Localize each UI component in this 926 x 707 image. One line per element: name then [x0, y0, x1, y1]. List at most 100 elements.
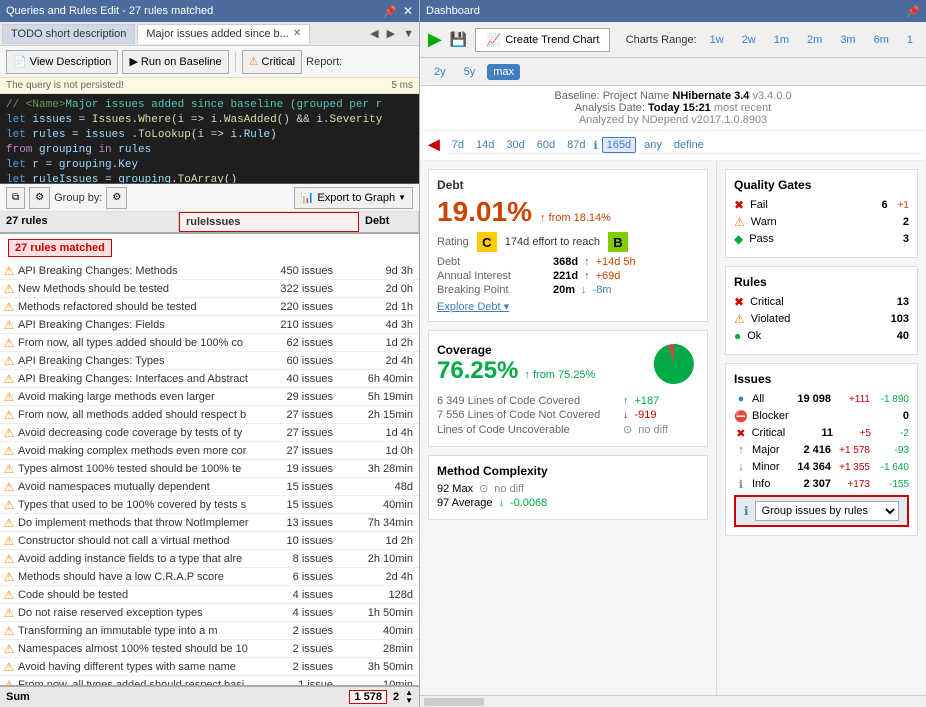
- table-row[interactable]: ⚠ API Breaking Changes: Types 60 issues …: [0, 352, 419, 370]
- rules-ok-icon: ●: [734, 329, 741, 343]
- right-pin-icon[interactable]: 📌: [906, 5, 920, 18]
- scroll-arrows[interactable]: ▲ ▼: [405, 689, 413, 705]
- axis-any-button[interactable]: any: [640, 138, 666, 152]
- issues-major-icon: ↑: [734, 443, 748, 457]
- table-row[interactable]: ⚠ Namespaces almost 100% tested should b…: [0, 640, 419, 658]
- table-row[interactable]: ⚠ From now, all types added should respe…: [0, 676, 419, 685]
- row-name-15: Constructor should not call a virtual me…: [16, 535, 267, 547]
- sum-debt: 2: [393, 691, 399, 703]
- view-description-button[interactable]: 📄 View Description: [6, 50, 118, 74]
- close-button[interactable]: ✕: [403, 4, 413, 18]
- table-row[interactable]: ⚠ Types almost 100% tested should be 100…: [0, 460, 419, 478]
- row-icon-4: ⚠: [2, 336, 16, 350]
- pin-icon[interactable]: 📌: [383, 5, 397, 18]
- coverage-section: Coverage 76.25% ↑ from 75.25%: [428, 330, 708, 447]
- range-2m-button[interactable]: 2m: [802, 32, 827, 48]
- row-icon-22: ⚠: [2, 660, 16, 674]
- debt-up-arrow: ↑: [540, 212, 546, 224]
- tab-major-issues[interactable]: Major issues added since b... ✕: [137, 24, 310, 44]
- grid-footer: Sum 1 578 2 ▲ ▼: [0, 685, 419, 707]
- range-3m-button[interactable]: 3m: [835, 32, 860, 48]
- tab-icons: ◀ ▶ ▼: [367, 26, 417, 41]
- table-row[interactable]: ⚠ New Methods should be tested 322 issue…: [0, 280, 419, 298]
- table-row[interactable]: ⚠ Avoid adding instance fields to a type…: [0, 550, 419, 568]
- table-row[interactable]: ⚠ Methods refactored should be tested 22…: [0, 298, 419, 316]
- group-issues-select[interactable]: Group issues by rules: [755, 501, 899, 521]
- table-row[interactable]: ⚠ Avoid namespaces mutually dependent 15…: [0, 478, 419, 496]
- table-row[interactable]: ⚠ API Breaking Changes: Interfaces and A…: [0, 370, 419, 388]
- scroll-down-arrow[interactable]: ▼: [405, 697, 413, 705]
- debt-rating: Rating C 174d effort to reach B: [437, 232, 699, 252]
- table-row[interactable]: ⚠ Do implement methods that throw NotImp…: [0, 514, 419, 532]
- sum-value: 1 578: [349, 690, 387, 704]
- row-debt-3: 4d 3h: [337, 319, 417, 331]
- code-line-5: let r = grouping.Key: [6, 158, 413, 173]
- critical-button[interactable]: ⚠ Critical: [242, 50, 303, 74]
- group-by-label: Group by:: [54, 192, 102, 204]
- axis-define-button[interactable]: define: [670, 138, 708, 152]
- code-line-3: let rules = issues .ToLookup(i => i.Rule…: [6, 128, 413, 143]
- table-row[interactable]: ⚠ Do not raise reserved exception types …: [0, 604, 419, 622]
- time-axis-container: ◄ 7d 14d 30d 60d 87d ℹ 165d any define: [420, 131, 926, 161]
- row-issues-10: 27 issues: [267, 445, 337, 457]
- table-row[interactable]: ⚠ Types that used to be 100% covered by …: [0, 496, 419, 514]
- range-2w-button[interactable]: 2w: [737, 32, 761, 48]
- left-toolbar: 📄 View Description ▶ Run on Baseline ⚠ C…: [0, 46, 419, 78]
- code-area[interactable]: // <Name>Major issues added since baseli…: [0, 94, 419, 184]
- row-debt-11: 3h 28min: [337, 463, 417, 475]
- axis-87d-button[interactable]: 87d: [563, 138, 589, 152]
- row-issues-18: 4 issues: [267, 589, 337, 601]
- code-line-6: let ruleIssues = grouping.ToArray(): [6, 173, 413, 184]
- table-row[interactable]: ⚠ API Breaking Changes: Methods 450 issu…: [0, 262, 419, 280]
- table-row[interactable]: ⚠ Avoid decreasing code coverage by test…: [0, 424, 419, 442]
- group-by-settings[interactable]: ⚙: [106, 187, 127, 209]
- table-row[interactable]: ⚠ From now, all types added should be 10…: [0, 334, 419, 352]
- row-icon-16: ⚠: [2, 552, 16, 566]
- time-max-button[interactable]: max: [487, 64, 520, 80]
- export-to-graph-button[interactable]: 📊 Export to Graph ▼: [294, 187, 413, 209]
- play-button[interactable]: ▶: [428, 29, 442, 50]
- tab-close-icon[interactable]: ✕: [293, 28, 301, 39]
- range-1w-button[interactable]: 1w: [705, 32, 729, 48]
- save-button[interactable]: 💾: [450, 31, 467, 48]
- time-range-bar: 2y 5y max: [420, 58, 926, 86]
- tab-todo[interactable]: TODO short description: [2, 24, 135, 44]
- table-row[interactable]: ⚠ Methods should have a low C.R.A.P scor…: [0, 568, 419, 586]
- copy-grid-button[interactable]: ⧉: [6, 187, 25, 209]
- table-row[interactable]: ⚠ Transforming an immutable type into a …: [0, 622, 419, 640]
- axis-7d-button[interactable]: 7d: [448, 138, 468, 152]
- range-1y-button[interactable]: 1: [902, 32, 918, 48]
- run-on-baseline-button[interactable]: ▶ Run on Baseline: [122, 50, 228, 74]
- issues-blocker-icon: ⛔: [734, 409, 748, 423]
- grid-options-button[interactable]: ⚙: [29, 187, 50, 209]
- row-debt-22: 3h 50min: [337, 661, 417, 673]
- row-issues-13: 15 issues: [267, 499, 337, 511]
- table-row[interactable]: ⚠ From now, all methods added should res…: [0, 406, 419, 424]
- time-5y-button[interactable]: 5y: [458, 64, 482, 80]
- table-row[interactable]: ⚠ Avoid having different types with same…: [0, 658, 419, 676]
- grid-body[interactable]: 27 rules matched ⚠ API Breaking Changes:…: [0, 234, 419, 685]
- tab-nav-left[interactable]: ◀: [367, 26, 381, 41]
- time-2y-button[interactable]: 2y: [428, 64, 452, 80]
- create-trend-chart-button[interactable]: 📈 Create Trend Chart: [475, 28, 610, 52]
- cov-row-0: 6 349 Lines of Code Covered ↑ +187: [437, 395, 699, 407]
- axis-60d-button[interactable]: 60d: [533, 138, 559, 152]
- range-1m-button[interactable]: 1m: [769, 32, 794, 48]
- right-scrollbar[interactable]: [420, 695, 926, 707]
- range-6m-button[interactable]: 6m: [869, 32, 894, 48]
- export-dropdown-arrow: ▼: [398, 193, 406, 202]
- row-name-8: From now, all methods added should respe…: [16, 409, 267, 421]
- axis-30d-button[interactable]: 30d: [502, 138, 528, 152]
- table-row[interactable]: ⚠ Constructor should not call a virtual …: [0, 532, 419, 550]
- complexity-row-0: 92 Max ⊙ no diff: [437, 482, 699, 495]
- table-row[interactable]: ⚠ Avoid making large methods even larger…: [0, 388, 419, 406]
- table-row[interactable]: ⚠ Avoid making complex methods even more…: [0, 442, 419, 460]
- axis-165d-button[interactable]: 165d: [602, 137, 636, 153]
- row-issues-17: 6 issues: [267, 571, 337, 583]
- explore-debt-link[interactable]: Explore Debt ▾: [437, 301, 509, 313]
- table-row[interactable]: ⚠ API Breaking Changes: Fields 210 issue…: [0, 316, 419, 334]
- table-row[interactable]: ⚠ Code should be tested 4 issues 128d: [0, 586, 419, 604]
- tab-nav-right[interactable]: ▶: [384, 26, 398, 41]
- axis-14d-button[interactable]: 14d: [472, 138, 498, 152]
- tab-menu[interactable]: ▼: [400, 26, 417, 41]
